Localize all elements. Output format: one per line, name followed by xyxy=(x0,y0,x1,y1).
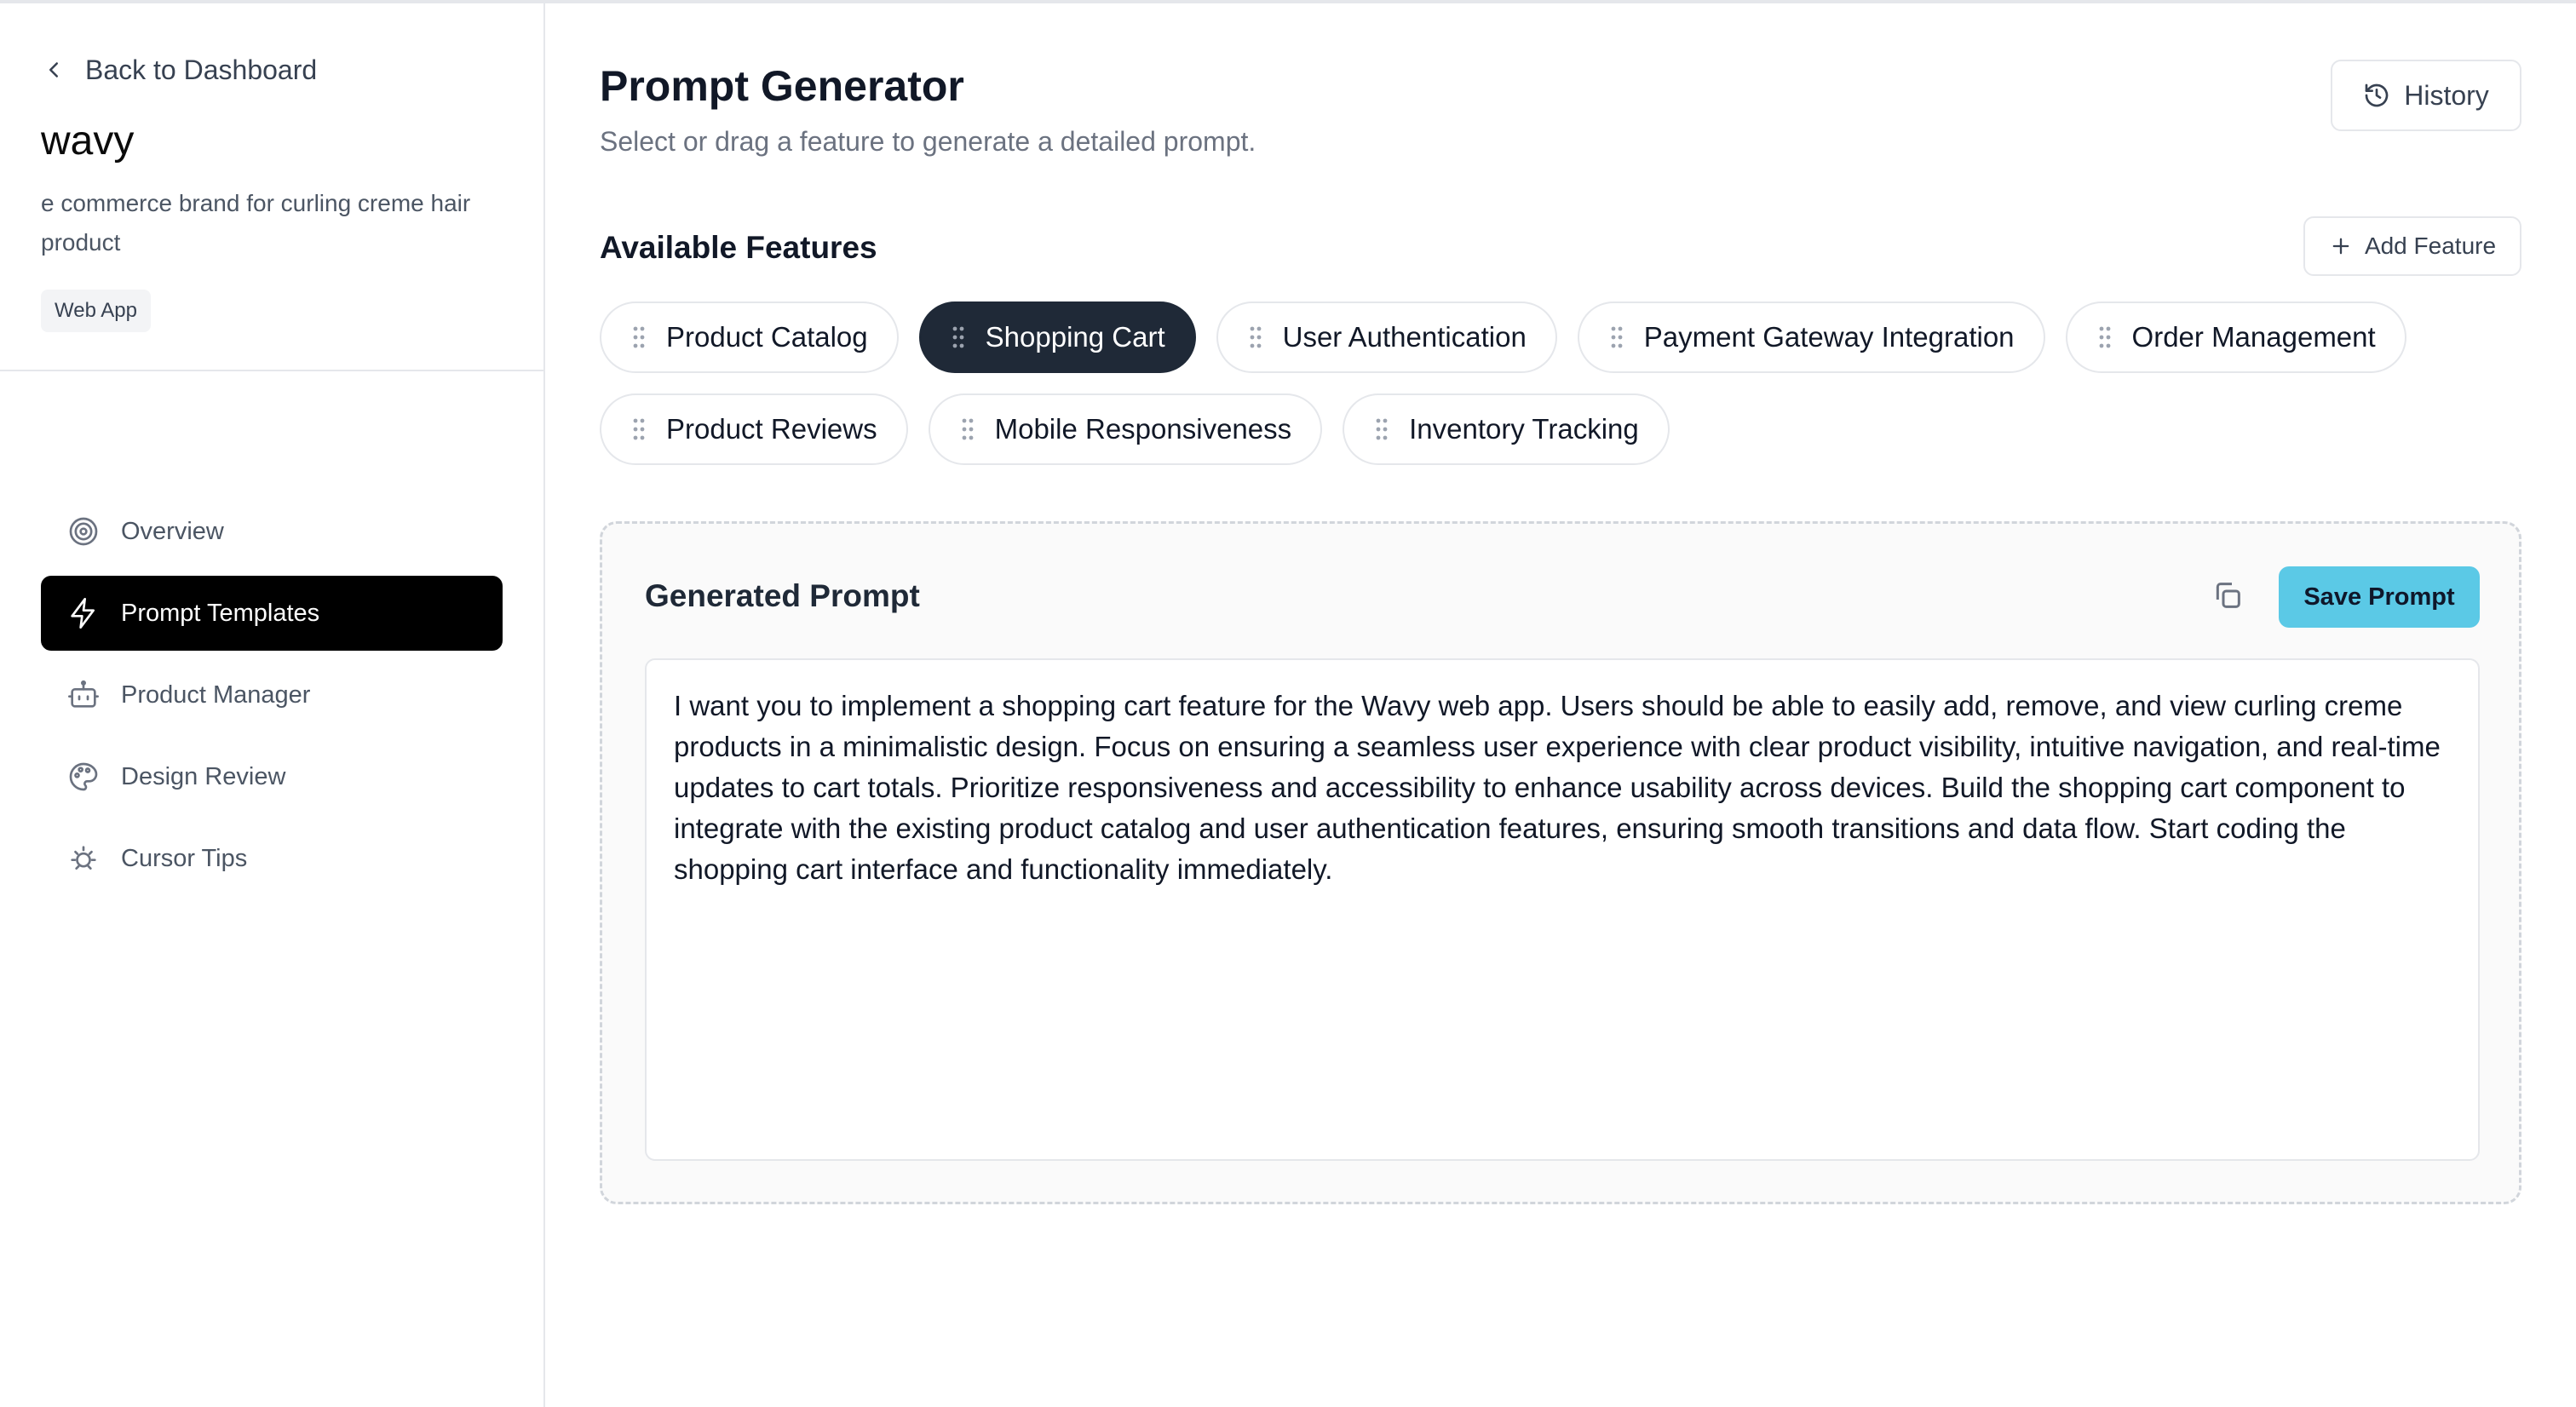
feature-chip-label: Product Reviews xyxy=(666,413,877,445)
palette-icon xyxy=(69,762,98,791)
copy-button[interactable] xyxy=(2204,571,2251,619)
sidebar-item-label: Cursor Tips xyxy=(121,844,248,872)
sidebar-divider xyxy=(0,370,543,371)
sidebar-item-label: Design Review xyxy=(121,762,286,790)
drag-handle-icon xyxy=(2099,326,2110,348)
feature-chip-label: Payment Gateway Integration xyxy=(1643,321,2015,353)
sidebar: Back to Dashboard wavy e commerce brand … xyxy=(0,3,545,1407)
sidebar-item-label: Overview xyxy=(121,517,224,545)
feature-chip-order-management[interactable]: Order Management xyxy=(2065,302,2406,373)
drag-handle-icon xyxy=(1250,326,1262,348)
feature-chip-shopping-cart[interactable]: Shopping Cart xyxy=(918,302,1196,373)
generated-prompt-title: Generated Prompt xyxy=(645,578,920,613)
sidebar-item-overview[interactable]: Overview xyxy=(41,494,503,569)
feature-chip-inventory-tracking[interactable]: Inventory Tracking xyxy=(1343,393,1670,465)
drag-handle-icon xyxy=(1376,418,1388,440)
copy-icon xyxy=(2216,583,2240,608)
chevron-left-icon xyxy=(49,62,58,78)
drag-handle-icon xyxy=(952,326,964,348)
main-content: Prompt Generator Select or drag a featur… xyxy=(545,3,2576,1407)
back-to-dashboard-link[interactable]: Back to Dashboard xyxy=(41,49,317,90)
feature-chip-label: Inventory Tracking xyxy=(1409,413,1639,445)
feature-chip-label: Shopping Cart xyxy=(985,321,1165,353)
project-description: e commerce brand for curling creme hair … xyxy=(41,190,471,256)
app-window: Back to Dashboard wavy e commerce brand … xyxy=(0,0,2576,1407)
project-name: wavy xyxy=(41,118,135,164)
sun-bug-icon xyxy=(71,846,96,870)
feature-chip-label: User Authentication xyxy=(1282,321,1527,353)
feature-chip-label: Order Management xyxy=(2131,321,2376,353)
drag-handle-icon xyxy=(962,418,974,440)
plus-icon xyxy=(2332,238,2349,255)
feature-chip-list: Product Catalog Shopping Cart User Authe… xyxy=(600,302,2542,485)
feature-chip-label: Product Catalog xyxy=(666,321,868,353)
add-feature-button[interactable]: Add Feature xyxy=(2303,216,2521,276)
page-title: Prompt Generator xyxy=(600,62,964,110)
page-subtitle: Select or drag a feature to generate a d… xyxy=(600,126,1256,157)
feature-chip-product-reviews[interactable]: Product Reviews xyxy=(600,393,908,465)
generated-prompt-textarea[interactable]: I want you to implement a shopping cart … xyxy=(645,658,2480,1161)
bot-icon xyxy=(68,680,99,708)
sidebar-item-label: Prompt Templates xyxy=(121,599,320,627)
lightning-icon xyxy=(71,598,95,629)
drag-handle-icon xyxy=(633,418,645,440)
drag-handle-icon xyxy=(633,326,645,348)
feature-chip-user-authentication[interactable]: User Authentication xyxy=(1216,302,1557,373)
project-type-badge: Web App xyxy=(41,290,151,332)
sidebar-item-label: Product Manager xyxy=(121,681,311,709)
history-label: History xyxy=(2404,79,2489,111)
sidebar-nav: Overview Prompt Templates Product Manage… xyxy=(41,494,503,903)
feature-chip-label: Mobile Responsiveness xyxy=(994,413,1292,445)
generated-prompt-dropzone[interactable]: Generated Prompt Save Prompt I want you … xyxy=(600,521,2521,1204)
sidebar-item-design-review[interactable]: Design Review xyxy=(41,739,503,814)
sidebar-item-prompt-templates[interactable]: Prompt Templates xyxy=(41,576,503,651)
add-feature-label: Add Feature xyxy=(2364,233,2497,259)
features-heading: Available Features xyxy=(600,230,877,265)
feature-chip-payment-gateway-integration[interactable]: Payment Gateway Integration xyxy=(1577,302,2045,373)
target-icon xyxy=(69,517,98,546)
history-icon xyxy=(2365,83,2389,107)
feature-chip-mobile-responsiveness[interactable]: Mobile Responsiveness xyxy=(928,393,1323,465)
history-button[interactable]: History xyxy=(2331,60,2521,131)
save-prompt-button[interactable]: Save Prompt xyxy=(2279,566,2480,628)
sidebar-item-product-manager[interactable]: Product Manager xyxy=(41,658,503,732)
sidebar-item-cursor-tips[interactable]: Cursor Tips xyxy=(41,821,503,896)
drag-handle-icon xyxy=(1611,326,1623,348)
back-link-label: Back to Dashboard xyxy=(85,54,318,85)
feature-chip-product-catalog[interactable]: Product Catalog xyxy=(600,302,899,373)
